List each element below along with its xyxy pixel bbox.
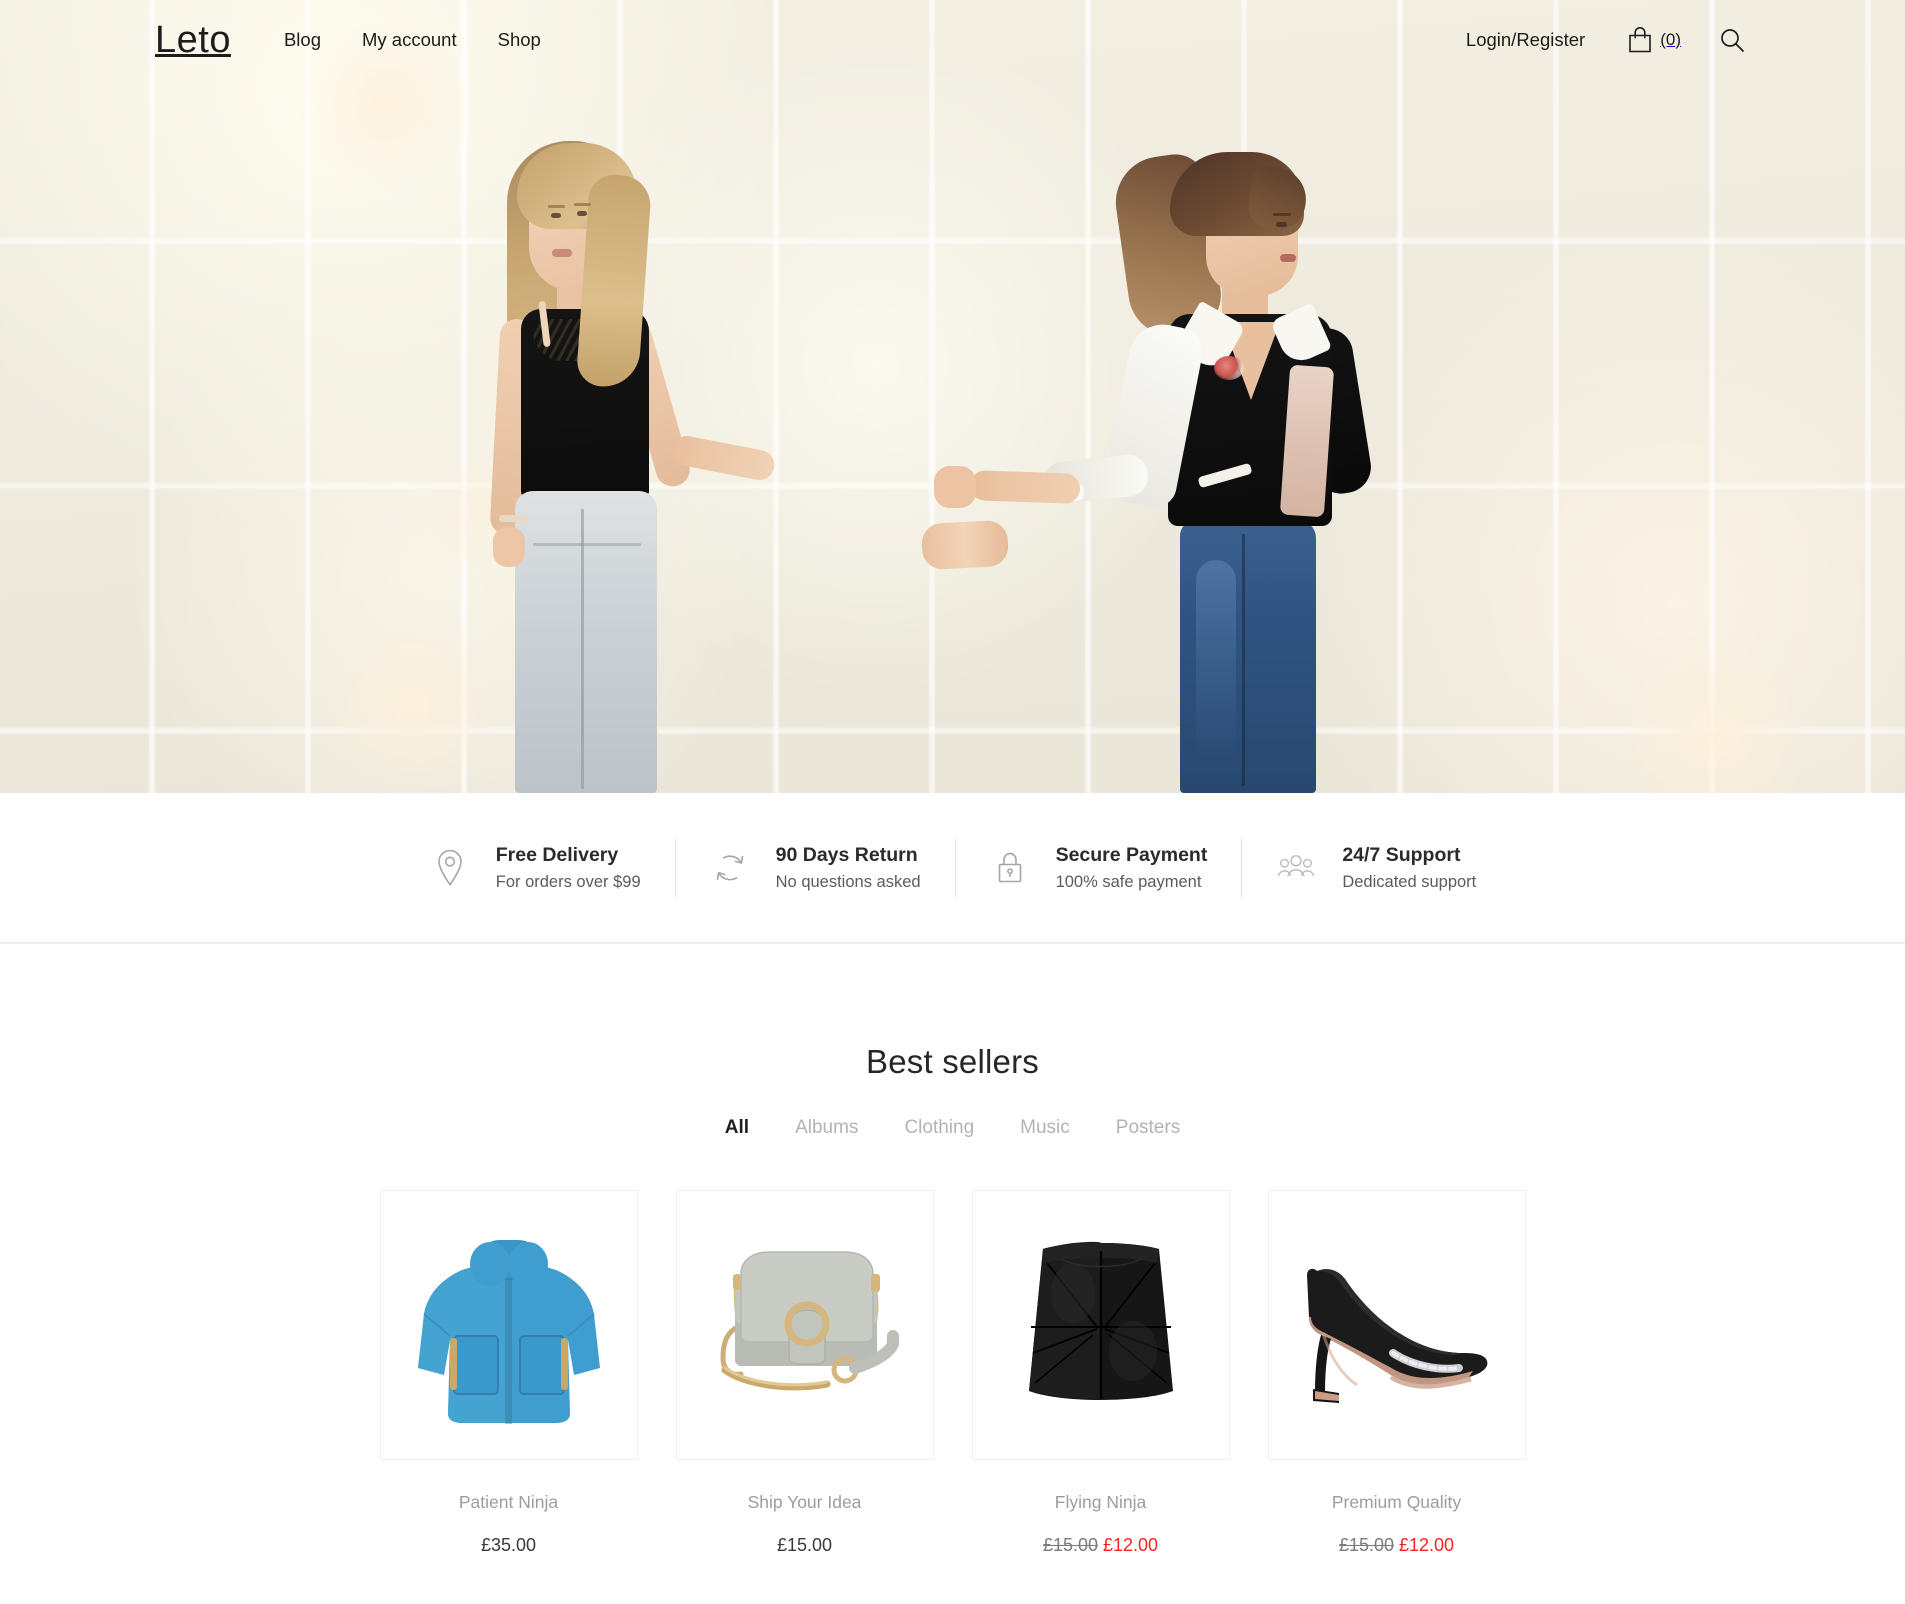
filter-tab-posters[interactable]: Posters <box>1112 1115 1184 1141</box>
feature-subtitle: 100% safe payment <box>1055 873 1202 892</box>
section-divider <box>0 942 1905 944</box>
support-people-icon <box>1275 847 1317 889</box>
product-image-blue-fur-jacket[interactable] <box>379 1190 638 1460</box>
feature-90-days-return: 90 Days Return No questions asked <box>675 841 955 895</box>
site-logo[interactable]: Leto <box>155 21 231 59</box>
product-price: £15.00 <box>777 1535 832 1556</box>
product-image-black-leather-skirt[interactable] <box>971 1190 1230 1460</box>
location-pin-icon <box>429 847 471 889</box>
feature-title: Free Delivery <box>495 844 619 866</box>
product-card: Patient Ninja £35.00 <box>379 1190 638 1556</box>
hero-model-right <box>934 128 1440 793</box>
product-price-value: £35.00 <box>480 1535 537 1555</box>
feature-text: 90 Days Return No questions asked <box>776 841 921 895</box>
main-navigation: Blog My account Shop <box>284 29 541 51</box>
product-price: £15.00 £12.00 <box>1043 1535 1158 1556</box>
header-actions: Login/Register (0) <box>1466 26 1745 54</box>
search-icon <box>1719 27 1745 53</box>
product-price-value: £15.00 <box>776 1535 833 1555</box>
nav-item-blog[interactable]: Blog <box>284 29 321 51</box>
filter-tab-music[interactable]: Music <box>1016 1115 1074 1141</box>
product-price: £15.00 £12.00 <box>1339 1535 1454 1556</box>
cart-item-count: (0) <box>1660 30 1681 49</box>
product-image-grey-crossbody-bag[interactable] <box>675 1190 934 1460</box>
product-price-sale: £12.00 <box>1103 1535 1159 1555</box>
hero-joined-hands <box>920 519 1010 571</box>
best-sellers-section: Best sellers All Albums Clothing Music P… <box>0 945 1905 1604</box>
section-title: Best sellers <box>866 1043 1039 1080</box>
feature-title: 24/7 Support <box>1342 844 1461 866</box>
feature-text: 24/7 Support Dedicated support <box>1342 841 1476 895</box>
nav-item-my-account[interactable]: My account <box>362 29 457 51</box>
product-price-original: £15.00 <box>1338 1535 1394 1555</box>
feature-free-delivery: Free Delivery For orders over $99 <box>395 841 675 895</box>
feature-subtitle: For orders over $99 <box>495 873 641 892</box>
login-register-link[interactable]: Login/Register <box>1466 29 1585 51</box>
product-title[interactable]: Flying Ninja <box>1055 1492 1146 1513</box>
feature-text: Secure Payment 100% safe payment <box>1056 841 1208 895</box>
product-card: Premium Quality £15.00 £12.00 <box>1267 1190 1526 1556</box>
feature-title: Secure Payment <box>1055 844 1208 866</box>
product-card: Ship Your Idea £15.00 <box>675 1190 934 1556</box>
feature-secure-payment: Secure Payment 100% safe payment <box>955 841 1242 895</box>
product-price-sale: £12.00 <box>1399 1535 1455 1555</box>
shopping-bag-icon <box>1627 26 1653 54</box>
filter-tab-albums[interactable]: Albums <box>791 1115 862 1141</box>
lock-icon <box>989 847 1031 889</box>
feature-24-7-support: 24/7 Support Dedicated support <box>1241 841 1510 895</box>
product-filter-tabs: All Albums Clothing Music Posters <box>0 1115 1905 1141</box>
product-grid: Patient Ninja £35.00 Ship Your Idea £15.… <box>0 1190 1905 1556</box>
refresh-arrows-icon <box>709 847 751 889</box>
cart-link[interactable]: (0) <box>1627 26 1681 54</box>
feature-subtitle: No questions asked <box>775 873 921 892</box>
filter-tab-all[interactable]: All <box>721 1115 753 1141</box>
hero-model-left <box>455 123 777 793</box>
hero-banner <box>0 0 1905 793</box>
hero-tile-seams-horizontal <box>0 0 1905 793</box>
product-price-original: £15.00 <box>1042 1535 1098 1555</box>
product-title[interactable]: Premium Quality <box>1332 1492 1461 1513</box>
product-title[interactable]: Patient Ninja <box>459 1492 558 1513</box>
product-image-black-heel-shoe[interactable] <box>1267 1190 1526 1460</box>
product-card: Flying Ninja £15.00 £12.00 <box>971 1190 1230 1556</box>
features-bar: Free Delivery For orders over $99 90 Day… <box>0 793 1905 943</box>
search-button[interactable] <box>1719 27 1745 53</box>
feature-title: 90 Days Return <box>775 844 918 866</box>
product-price: £35.00 <box>481 1535 536 1556</box>
feature-text: Free Delivery For orders over $99 <box>496 841 641 895</box>
feature-subtitle: Dedicated support <box>1342 873 1477 892</box>
filter-tab-clothing[interactable]: Clothing <box>900 1115 978 1141</box>
nav-item-shop[interactable]: Shop <box>498 29 541 51</box>
product-title[interactable]: Ship Your Idea <box>748 1492 862 1513</box>
